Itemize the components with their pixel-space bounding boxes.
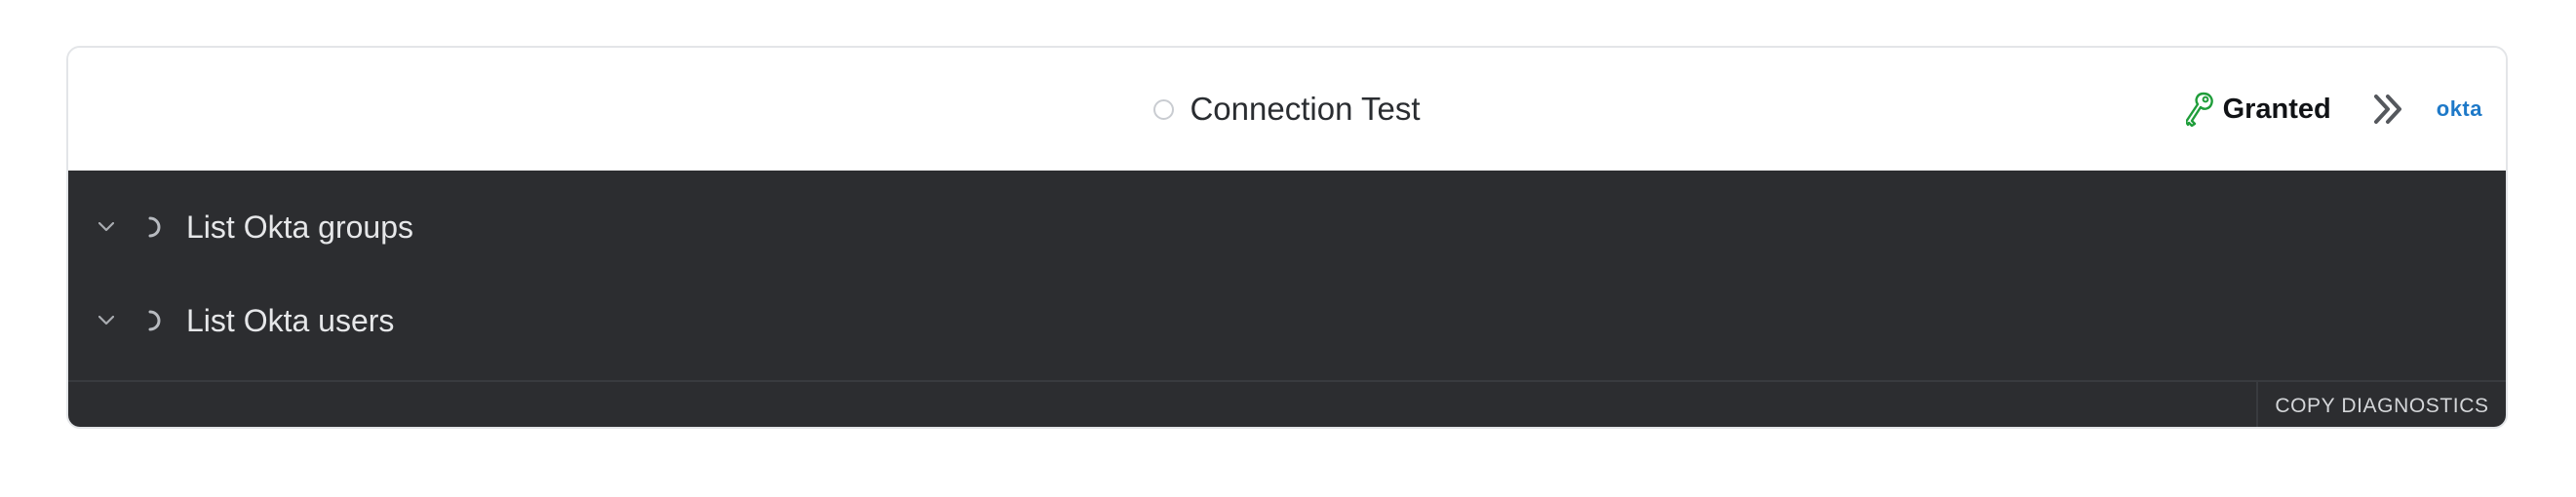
connection-test-card: Connection Test Granted okta List Okta g…	[66, 46, 2508, 429]
access-status: Granted	[2185, 92, 2331, 127]
status-circle-icon	[1153, 98, 1175, 120]
double-chevron-right-icon[interactable]	[2368, 89, 2409, 130]
chevron-down-icon[interactable]	[96, 310, 117, 331]
spinner-icon	[142, 215, 166, 239]
key-icon	[2185, 92, 2215, 127]
step-label: List Okta groups	[186, 209, 413, 245]
card-title: Connection Test	[1190, 91, 1421, 127]
spinner-icon	[142, 309, 166, 332]
step-label: List Okta users	[186, 302, 395, 338]
header-actions: Granted okta	[2185, 48, 2482, 171]
copy-diagnostics-button[interactable]: COPY DIAGNOSTICS	[2256, 382, 2506, 427]
card-header: Connection Test Granted okta	[68, 48, 2506, 171]
chevron-down-icon[interactable]	[96, 216, 117, 238]
step-list-okta-groups[interactable]: List Okta groups	[68, 198, 2506, 256]
footer-divider	[68, 380, 2506, 382]
step-list-okta-users[interactable]: List Okta users	[68, 291, 2506, 350]
okta-logo: okta	[2436, 96, 2482, 121]
steps-panel: List Okta groups List Okta users COPY DI…	[68, 171, 2506, 427]
title-group: Connection Test	[68, 48, 2506, 171]
access-status-label: Granted	[2222, 93, 2331, 125]
